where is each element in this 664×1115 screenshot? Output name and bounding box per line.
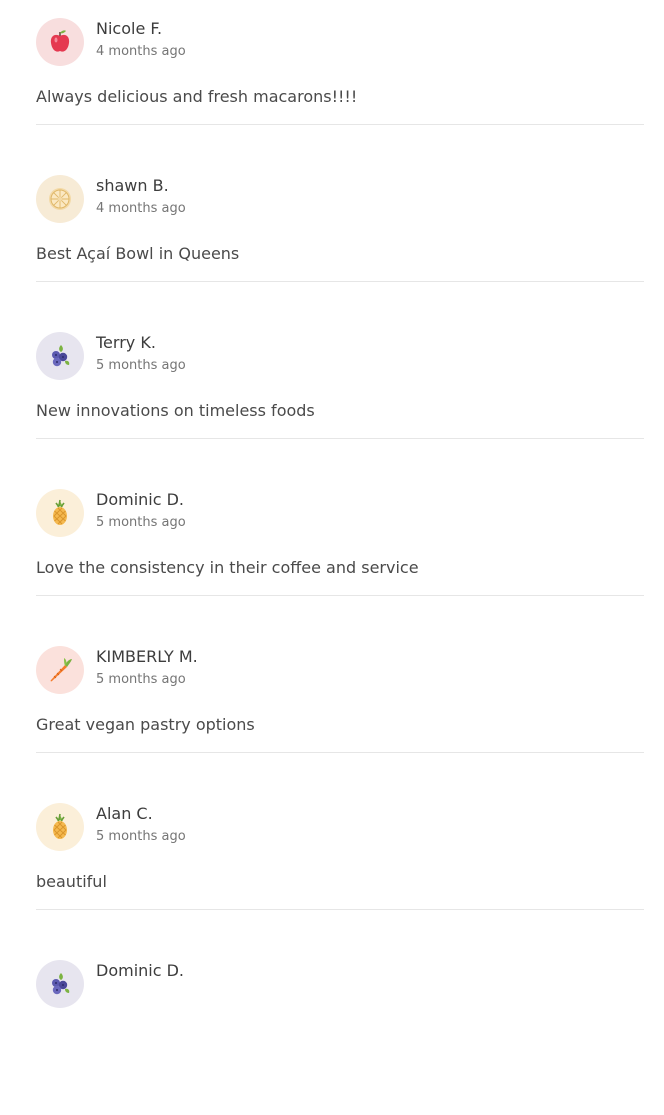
review-divider [36,752,644,753]
reviewer-name: Dominic D. [96,490,185,509]
review-divider [36,438,644,439]
review-text: New innovations on timeless foods [36,401,315,420]
avatar [36,803,84,851]
reviewer-name: shawn B. [96,176,169,195]
reviewer-name: Dominic D. [96,961,185,980]
pineapple-icon [45,498,75,528]
review-item: Nicole F. 4 months ago Always delicious an… [0,16,664,173]
review-item: Terry K. 5 months ago New innovations on t… [0,330,664,487]
review-item: Fareeah A.3 months agoBest! [0,0,664,16]
avatar [36,332,84,380]
avatar [36,646,84,694]
review-divider [36,281,644,282]
pineapple-icon [45,812,75,842]
review-text: Love the consistency in their coffee and… [36,558,419,577]
review-text: Best Açaí Bowl in Queens [36,244,240,263]
review-timestamp: 4 months ago [96,44,186,59]
reviews-list: Fareeah A.3 months agoBest! Nicole F. 4 m… [0,0,664,1115]
blueberries-icon [45,341,75,371]
review-timestamp: 5 months ago [96,672,186,687]
review-text: beautiful [36,872,107,891]
review-divider [36,909,644,910]
review-timestamp: 4 months ago [96,201,186,216]
review-timestamp: 5 months ago [96,829,186,844]
review-item: Alan C. 5 months ago beautiful [0,801,664,958]
review-text: Always delicious and fresh macarons!!!! [36,87,358,106]
avatar [36,175,84,223]
review-timestamp: 5 months ago [96,515,186,530]
carrot-icon [45,655,75,685]
reviewer-name: Terry K. [96,333,156,352]
review-text: Great vegan pastry options [36,715,255,734]
review-item: shawn B. 4 months ago Best Açaí Bowl in Qu… [0,173,664,330]
reviewer-name: KIMBERLY M. [96,647,198,666]
reviewer-name: Alan C. [96,804,153,823]
review-divider [36,124,644,125]
review-item: Dominic D. 5 months ago Love the consisten… [0,487,664,644]
apple-icon [45,27,75,57]
review-divider [36,595,644,596]
reviewer-name: Nicole F. [96,19,163,38]
review-item: Dominic D. [0,958,664,1115]
citrus-slice-icon [45,184,75,214]
blueberries-icon [45,969,75,999]
review-timestamp: 5 months ago [96,358,186,373]
avatar [36,489,84,537]
review-item: KIMBERLY M. 5 months ago Great vegan pastr… [0,644,664,801]
avatar [36,18,84,66]
avatar [36,960,84,1008]
